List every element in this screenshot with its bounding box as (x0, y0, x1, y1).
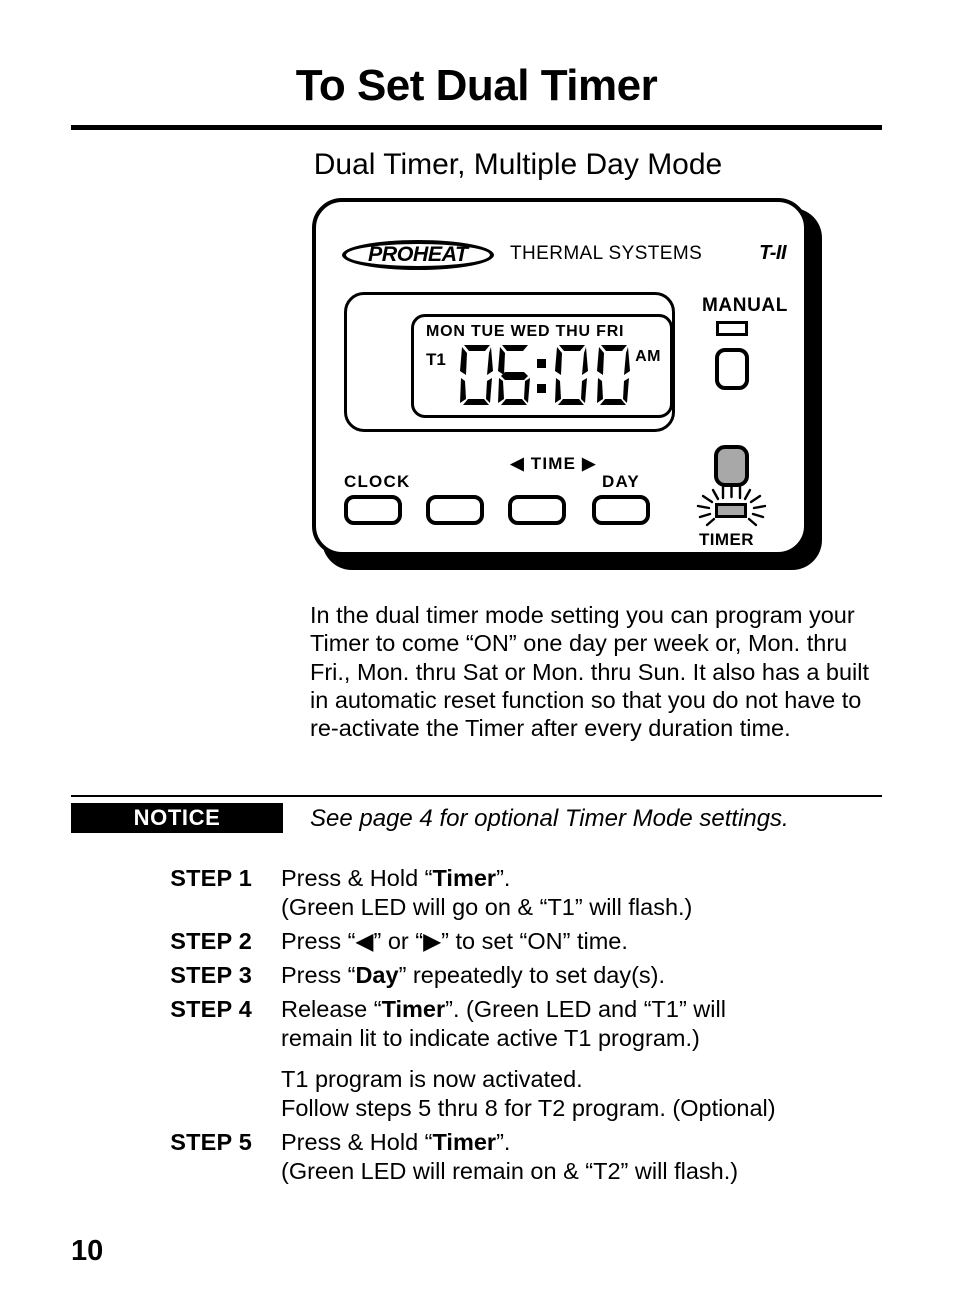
step-line: Press & Hold “Timer”. (281, 864, 882, 893)
step-line: (Green LED will remain on & “T2” will fl… (281, 1157, 882, 1186)
step-text: (Green LED will remain on & “T2” will fl… (281, 1158, 739, 1184)
page-subtitle: Dual Timer, Multiple Day Mode (313, 148, 723, 181)
clock-button[interactable] (344, 495, 402, 525)
lcd-bezel: MON TUE WED THU FRI T1 AM (344, 292, 675, 432)
time-button-label: ◀ TIME ▶ (510, 454, 597, 473)
step-text: ”. (496, 865, 511, 891)
day-button[interactable] (592, 495, 650, 525)
timer-led-flash-icon (695, 484, 768, 531)
manual-label: MANUAL (702, 295, 788, 316)
step-text: ”. (Green LED and “T1” will (445, 996, 726, 1022)
timer-button-label: TIMER (699, 530, 754, 549)
proheat-logo-text: PROHEAT (368, 243, 468, 266)
lcd-screen: MON TUE WED THU FRI T1 AM (411, 314, 673, 418)
step-row: STEP 4 Release “Timer”. (Green LED and “T… (71, 995, 882, 1123)
device-faceplate: PROHEAT THERMAL SYSTEMS T-II MON TUE WED… (312, 198, 808, 556)
lcd-ampm-indicator: AM (635, 348, 661, 365)
timer-device-illustration: PROHEAT THERMAL SYSTEMS T-II MON TUE WED… (312, 198, 834, 576)
notice-text: See page 4 for optional Timer Mode setti… (310, 805, 789, 832)
step-text: Press & Hold “ (281, 865, 433, 891)
timer-button[interactable] (714, 445, 749, 487)
step-row: STEP 3 Press “Day” repeatedly to set day(… (71, 961, 882, 990)
time-decrease-button[interactable] (426, 495, 484, 525)
lcd-program-indicator: T1 (426, 350, 446, 369)
timer-led-indicator (715, 503, 747, 518)
manual-button[interactable] (715, 348, 749, 390)
step-line: remain lit to indicate active T1 program… (281, 1024, 882, 1053)
step-row: STEP 1 Press & Hold “Timer”. (Green LED wi… (71, 864, 882, 922)
header-divider (71, 125, 882, 130)
page-title: To Set Dual Timer (295, 61, 658, 110)
step-text: Press & Hold “ (281, 1129, 433, 1155)
step-emphasis: Timer (381, 996, 446, 1022)
step-label: STEP 5 (170, 1129, 252, 1155)
model-tag: T-II (759, 242, 786, 264)
step-line: T1 program is now activated. (281, 1065, 882, 1094)
step-text: ”. (496, 1129, 511, 1155)
time-increase-button-group[interactable]: . (508, 472, 566, 525)
step-emphasis: Timer (432, 1129, 497, 1155)
step-text: Release “ (281, 996, 382, 1022)
step-note: T1 program is now activated. Follow steps… (281, 1065, 882, 1123)
brand-subtitle: THERMAL SYSTEMS (510, 243, 703, 264)
clock-button-label: CLOCK (344, 472, 411, 491)
step-text: Press “◀” or “▶” to set “ON” time. (281, 928, 628, 954)
step-body: Release “Timer”. (Green LED and “T1” wil… (281, 995, 882, 1123)
description-paragraph: In the dual timer mode setting you can p… (310, 602, 870, 742)
step-text: T1 program is now activated. (281, 1066, 583, 1092)
step-line: Release “Timer”. (Green LED and “T1” wil… (281, 995, 882, 1024)
step-label: STEP 1 (170, 865, 252, 891)
step-body: Press “◀” or “▶” to set “ON” time. (281, 927, 882, 956)
device-brand-row: PROHEAT THERMAL SYSTEMS T-II (342, 240, 786, 270)
step-label: STEP 2 (170, 928, 252, 954)
step-line: Press “◀” or “▶” to set “ON” time. (281, 927, 882, 956)
page-number: 10 (71, 1235, 104, 1267)
step-body: Press “Day” repeatedly to set day(s). (281, 961, 882, 990)
step-emphasis: Day (355, 962, 399, 988)
step-line: Press “Day” repeatedly to set day(s). (281, 961, 882, 990)
step-row: STEP 5 Press & Hold “Timer”. (Green LED wi… (71, 1128, 882, 1186)
step-line: Press & Hold “Timer”. (281, 1128, 882, 1157)
day-button-label: DAY (602, 472, 640, 491)
time-decrease-button-group[interactable]: . (426, 472, 484, 525)
step-emphasis: Timer (432, 865, 497, 891)
step-label: STEP 3 (170, 962, 252, 988)
step-label: STEP 4 (170, 996, 252, 1022)
device-button-row: CLOCK ◀ TIME ▶ . . DAY (316, 454, 698, 530)
lcd-time-digits (458, 343, 634, 409)
step-line: (Green LED will go on & “T1” will flash.… (281, 893, 882, 922)
step-text: Follow steps 5 thru 8 for T2 program. (O… (281, 1095, 776, 1121)
step-text: (Green LED will go on & “T1” will flash.… (281, 894, 693, 920)
step-text: ” repeatedly to set day(s). (398, 962, 666, 988)
steps-list: STEP 1 Press & Hold “Timer”. (Green LED wi… (71, 864, 882, 1191)
step-body: Press & Hold “Timer”. (Green LED will go … (281, 864, 882, 922)
notice-divider (71, 795, 882, 797)
day-button-group[interactable]: DAY (592, 472, 650, 525)
lcd-day-indicators: MON TUE WED THU FRI (426, 323, 625, 340)
step-text: remain lit to indicate active T1 program… (281, 1025, 700, 1051)
step-line: Follow steps 5 thru 8 for T2 program. (O… (281, 1094, 882, 1123)
proheat-logo: PROHEAT (342, 240, 494, 270)
step-body: Press & Hold “Timer”. (Green LED will rem… (281, 1128, 882, 1186)
step-row: STEP 2 Press “◀” or “▶” to set “ON” time. (71, 927, 882, 956)
time-increase-button[interactable] (508, 495, 566, 525)
manual-led-indicator (716, 321, 748, 336)
clock-button-group[interactable]: CLOCK (344, 472, 410, 525)
step-text: Press “ (281, 962, 356, 988)
notice-badge: NOTICE (71, 803, 283, 833)
